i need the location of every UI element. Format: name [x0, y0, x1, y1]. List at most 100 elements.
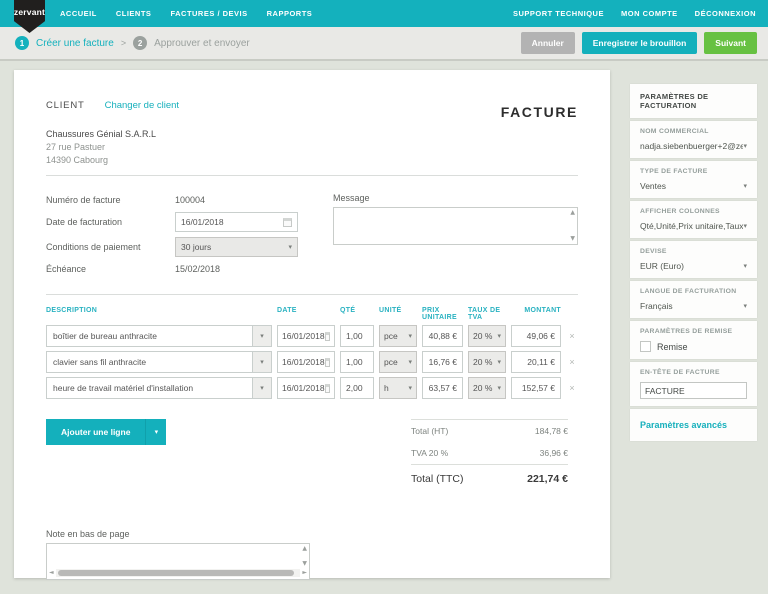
amount-value: 152,57 €	[522, 383, 555, 393]
unit-price-input[interactable]: 63,57 €	[422, 377, 463, 399]
amount-input[interactable]: 152,57 €	[511, 377, 561, 399]
discount-checkbox-row[interactable]: Remise	[640, 341, 747, 352]
chevron-down-icon: ▾	[260, 359, 264, 366]
currency-value: EUR (Euro)	[640, 261, 684, 271]
step-1-circle[interactable]: 1	[15, 36, 29, 50]
invoice-title: FACTURE	[501, 104, 578, 120]
scrollbar-thumb[interactable]	[58, 570, 295, 576]
client-address-line1: 27 rue Pastuer	[46, 141, 578, 154]
scroll-up-icon[interactable]: ▲	[570, 210, 575, 216]
divider	[46, 294, 578, 295]
invoice-line-row: boîtier de bureau anthracite ▾ 16/01/201…	[46, 325, 578, 347]
add-line-label[interactable]: Ajouter une ligne	[46, 419, 145, 445]
description-dropdown-button[interactable]: ▾	[252, 326, 271, 346]
description-combobox[interactable]: heure de travail matériel d'installation…	[46, 377, 272, 399]
description-combobox[interactable]: boîtier de bureau anthracite ▾	[46, 325, 272, 347]
scroll-up-icon[interactable]: ▲	[302, 546, 307, 552]
footer-note-section: Note en bas de page ▲ ▼ ◄ ►	[46, 529, 578, 580]
invoice-fields: Numéro de facture 100004 Date de factura…	[46, 193, 298, 281]
discount-checkbox[interactable]	[640, 341, 651, 352]
client-header-row: CLIENT Changer de client FACTURE	[46, 100, 578, 111]
description-dropdown-button[interactable]: ▾	[252, 352, 271, 372]
change-client-link[interactable]: Changer de client	[105, 100, 179, 111]
line-date-input[interactable]: 16/01/2018	[277, 325, 335, 347]
scroll-down-icon[interactable]: ▼	[570, 236, 575, 242]
vat-select[interactable]: 20 % ▾	[468, 377, 506, 399]
header-unit-price: PRIX UNITAIRE	[422, 307, 463, 321]
unit-price-input[interactable]: 16,76 €	[422, 351, 463, 373]
add-line-dropdown-button[interactable]: ▾	[145, 419, 166, 445]
qty-value: 1,00	[346, 357, 363, 367]
chevron-down-icon: ▾	[497, 359, 501, 366]
description-dropdown-button[interactable]: ▾	[252, 378, 271, 398]
step-2-circle[interactable]: 2	[133, 36, 147, 50]
nav-item-deconnexion[interactable]: DÉCONNEXION	[695, 9, 756, 18]
scroll-down-icon[interactable]: ▼	[302, 561, 307, 567]
currency-section: DEVISE EUR (Euro) ▾	[630, 241, 757, 278]
line-date-input[interactable]: 16/01/2018	[277, 351, 335, 373]
nav-item-clients[interactable]: CLIENTS	[116, 9, 152, 18]
scroll-right-icon[interactable]: ►	[302, 570, 307, 576]
language-select[interactable]: Français ▾	[640, 301, 747, 311]
subtotal-label: Total (HT)	[411, 426, 448, 436]
vat-select[interactable]: 20 % ▾	[468, 325, 506, 347]
next-button[interactable]: Suivant	[704, 32, 757, 54]
nav-item-mon-compte[interactable]: MON COMPTE	[621, 9, 678, 18]
vat-value: 20 %	[473, 383, 492, 393]
payment-terms-select[interactable]: 30 jours ▾	[175, 237, 298, 257]
unit-select[interactable]: pce ▾	[379, 351, 417, 373]
header-description: DESCRIPTION	[46, 307, 272, 321]
header-date: DATE	[277, 307, 335, 321]
footer-note-textarea[interactable]: ▲ ▼ ◄ ►	[46, 543, 310, 580]
nav-item-support[interactable]: SUPPORT TECHNIQUE	[513, 9, 604, 18]
calendar-icon	[325, 384, 330, 393]
nav-item-factures-devis[interactable]: FACTURES / DEVIS	[170, 9, 247, 18]
business-name-select[interactable]: nadja.siebenbuerger+2@ze... ▾	[640, 141, 747, 151]
nav-item-rapports[interactable]: RAPPORTS	[267, 9, 313, 18]
save-draft-button[interactable]: Enregistrer le brouillon	[582, 32, 698, 54]
line-date-value: 16/01/2018	[282, 357, 325, 367]
currency-select[interactable]: EUR (Euro) ▾	[640, 261, 747, 271]
delete-line-icon[interactable]: ×	[566, 331, 578, 341]
qty-input[interactable]: 1,00	[340, 351, 374, 373]
nav-item-accueil[interactable]: ACCUEIL	[60, 9, 97, 18]
invoice-date-input[interactable]: 16/01/2018	[175, 212, 298, 232]
step-2-label[interactable]: Approuver et envoyer	[154, 38, 250, 49]
unit-select[interactable]: pce ▾	[379, 325, 417, 347]
nav-left: ACCUEIL CLIENTS FACTURES / DEVIS RAPPORT…	[60, 9, 312, 18]
horizontal-scrollbar[interactable]: ◄ ►	[49, 569, 307, 577]
delete-line-icon[interactable]: ×	[566, 357, 578, 367]
amount-input[interactable]: 49,06 €	[511, 325, 561, 347]
cancel-button[interactable]: Annuler	[521, 32, 575, 54]
amount-input[interactable]: 20,11 €	[511, 351, 561, 373]
unit-select[interactable]: h ▾	[379, 377, 417, 399]
invoice-header-input[interactable]: FACTURE	[640, 382, 747, 399]
line-table-header: DESCRIPTION DATE QTÉ UNITÉ PRIX UNITAIRE…	[46, 307, 578, 321]
delete-line-icon[interactable]: ×	[566, 383, 578, 393]
qty-input[interactable]: 1,00	[340, 325, 374, 347]
chevron-down-icon: ▾	[288, 244, 292, 251]
line-date-value: 16/01/2018	[282, 383, 325, 393]
chevron-down-icon: ▾	[408, 359, 412, 366]
header-field-label: EN-TÊTE DE FACTURE	[640, 369, 747, 376]
step-1-label[interactable]: Créer une facture	[36, 38, 114, 49]
message-textarea[interactable]: ▲ ▼	[333, 207, 578, 245]
chevron-down-icon: ▾	[743, 303, 747, 310]
invoice-type-select[interactable]: Ventes ▾	[640, 181, 747, 191]
columns-select[interactable]: Qté,Unité,Prix unitaire,Taux... ▾	[640, 221, 747, 231]
add-line-button[interactable]: Ajouter une ligne ▾	[46, 419, 166, 445]
totals-block: Total (HT) 184,78 € TVA 20 % 36,96 € Tot…	[411, 419, 568, 491]
scroll-left-icon[interactable]: ◄	[49, 570, 54, 576]
client-address-line2: 14390 Cabourg	[46, 154, 578, 167]
chevron-down-icon: ▾	[743, 183, 747, 190]
description-combobox[interactable]: clavier sans fil anthracite ▾	[46, 351, 272, 373]
discount-section: PARAMÈTRES DE REMISE Remise	[630, 321, 757, 359]
qty-input[interactable]: 2,00	[340, 377, 374, 399]
line-date-input[interactable]: 16/01/2018	[277, 377, 335, 399]
invoice-details: Numéro de facture 100004 Date de factura…	[46, 193, 578, 281]
vat-select[interactable]: 20 % ▾	[468, 351, 506, 373]
footer-note-label: Note en bas de page	[46, 529, 578, 539]
advanced-settings-link[interactable]: Paramètres avancés	[640, 416, 747, 434]
unit-price-input[interactable]: 40,88 €	[422, 325, 463, 347]
advanced-settings-section: Paramètres avancés	[630, 409, 757, 441]
